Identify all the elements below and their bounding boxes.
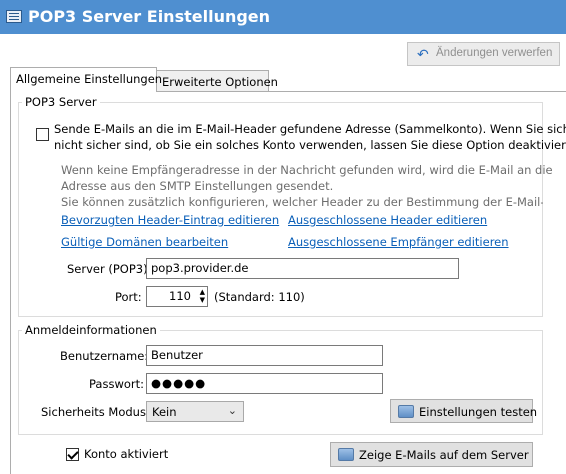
server-input[interactable]: pop3.provider.de <box>146 258 459 279</box>
excluded-recipients-link[interactable]: Ausgeschlossene Empfänger editieren <box>288 235 509 249</box>
test-settings-button[interactable]: Einstellungen testen <box>390 399 537 423</box>
port-value: 110 <box>169 289 191 303</box>
port-label: Port: <box>115 290 142 304</box>
catchall-label-line1[interactable]: Sende E-Mails an die im E-Mail-Header ge… <box>54 122 566 136</box>
discard-changes-label: Änderungen verwerfen <box>436 47 553 59</box>
excluded-headers-link[interactable]: Ausgeschlossene Header editieren <box>288 213 487 227</box>
account-active-label[interactable]: Konto aktiviert <box>84 447 168 461</box>
security-mode-label: Sicherheits Modus: <box>41 405 150 419</box>
window-icon <box>6 10 22 23</box>
window-title: POP3 Server Einstellungen <box>28 7 271 26</box>
spin-arrows-icon[interactable]: ▲ ▼ <box>200 288 205 304</box>
tab-general-settings[interactable]: Allgemeine Einstellungen <box>10 67 162 92</box>
title-bar: POP3 Server Einstellungen <box>0 0 566 34</box>
show-mails-icon <box>338 448 354 461</box>
undo-arrow-icon: ↶ <box>417 46 429 62</box>
password-input[interactable]: ●●●●● <box>146 373 383 394</box>
description-line1: Wenn keine Empfängeradresse in der Nachr… <box>61 163 553 177</box>
preferred-header-link[interactable]: Bevorzugten Header-Eintrag editieren <box>61 213 279 227</box>
show-mails-button[interactable]: Zeige E-Mails auf dem Server <box>330 442 533 467</box>
login-legend: Anmeldeinformationen <box>25 323 157 337</box>
pop3-server-legend: POP3 Server <box>25 95 97 109</box>
security-mode-value: Kein <box>152 405 177 419</box>
account-active-checkbox[interactable] <box>66 448 79 461</box>
security-mode-select[interactable]: Kein ⌄ <box>146 401 244 422</box>
chevron-down-icon: ⌄ <box>227 404 237 417</box>
discard-changes-button[interactable]: ↶ Änderungen verwerfen <box>407 42 560 66</box>
test-settings-label: Einstellungen testen <box>419 405 538 419</box>
server-label: Server (POP3): <box>67 262 152 276</box>
tab-advanced-options[interactable]: Erweiterte Optionen <box>156 70 278 92</box>
catchall-checkbox[interactable] <box>36 128 49 141</box>
show-mails-label: Zeige E-Mails auf dem Server <box>359 448 529 462</box>
catchall-label-line2[interactable]: nicht sicher sind, ob Sie ein solches Ko… <box>54 138 566 152</box>
password-label: Passwort: <box>89 377 145 391</box>
port-hint: (Standard: 110) <box>214 290 305 304</box>
test-settings-icon <box>398 405 414 418</box>
port-stepper[interactable]: 110 ▲ ▼ <box>146 286 208 307</box>
valid-domains-link[interactable]: Gültige Domänen bearbeiten <box>61 235 228 249</box>
description-line2: Adresse aus den SMTP Einstellungen gesen… <box>61 179 334 193</box>
username-input[interactable]: Benutzer <box>146 345 383 366</box>
description-line3: Sie können zusätzlich konfigurieren, wel… <box>61 195 543 209</box>
username-label: Benutzername: <box>60 349 149 363</box>
